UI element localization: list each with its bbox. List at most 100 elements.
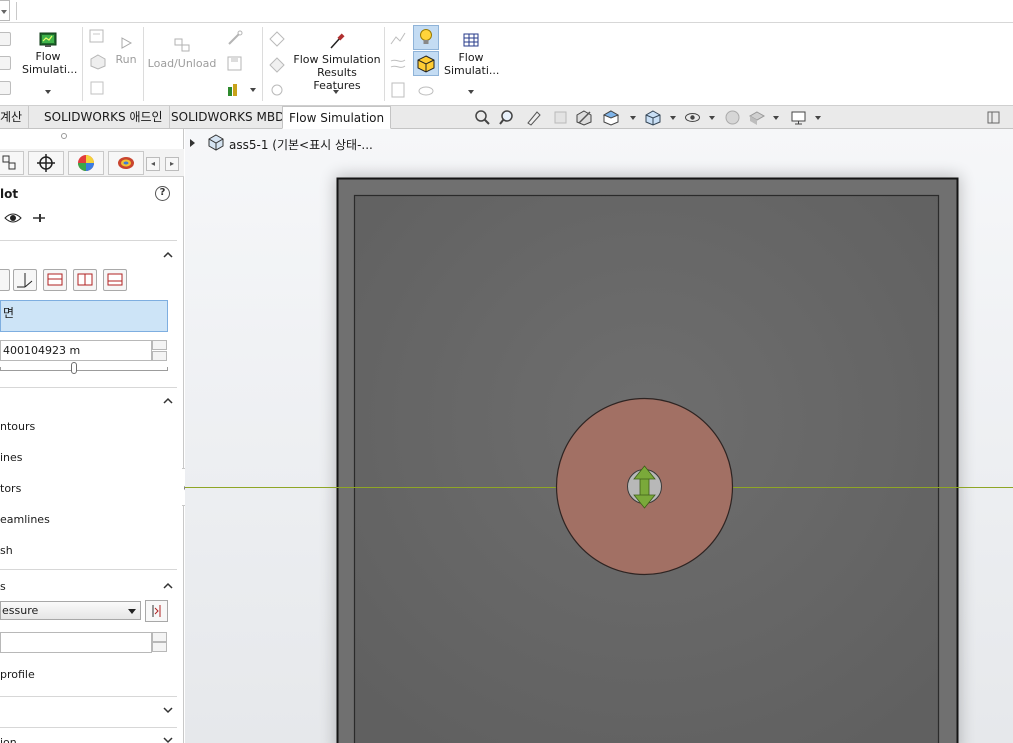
section-plane-selection-box[interactable]: 면 xyxy=(0,300,168,332)
view-orientation-icon[interactable] xyxy=(603,109,620,126)
run-icon xyxy=(121,37,132,49)
tab-scroll-right-icon[interactable]: ▸ xyxy=(165,157,179,171)
ribbon-small-icon[interactable] xyxy=(0,81,11,95)
tab-configuration[interactable] xyxy=(28,151,64,175)
collapse-chevron-icon[interactable] xyxy=(163,250,173,260)
display-style-icon[interactable] xyxy=(645,109,662,126)
run-button[interactable]: Run xyxy=(112,37,140,77)
diamond-disabled-icon xyxy=(269,31,285,47)
collapse-chevron-icon[interactable] xyxy=(163,581,173,591)
tab-flow-simulation-analysis[interactable] xyxy=(108,151,144,175)
previous-view-icon[interactable] xyxy=(525,109,542,126)
ribbon-small-icon[interactable] xyxy=(0,32,11,46)
ribbon-small-icon[interactable] xyxy=(0,56,11,70)
expand-chevron-icon[interactable] xyxy=(163,735,173,743)
offset-slider-track[interactable] xyxy=(0,367,168,371)
zoom-to-area-icon[interactable] xyxy=(499,109,516,126)
number-of-levels-input[interactable] xyxy=(0,632,152,653)
color-wheel-icon xyxy=(78,155,94,171)
plane-right-button[interactable] xyxy=(103,269,127,291)
chart-dropdown-icon[interactable] xyxy=(250,88,256,92)
pin-icon[interactable] xyxy=(32,212,46,224)
tree-icon xyxy=(2,155,16,170)
top-dropdown-button[interactable] xyxy=(0,0,10,21)
wand-disabled-icon xyxy=(228,30,243,45)
view-orientation-dropdown-icon[interactable] xyxy=(630,116,636,120)
eye-icon[interactable] xyxy=(4,212,22,224)
tab-flow-simulation[interactable]: Flow Simulation xyxy=(282,106,392,129)
plane-icon xyxy=(77,273,93,286)
display-style-dropdown-icon[interactable] xyxy=(670,116,676,120)
flow-simulation-dropdown-icon[interactable] xyxy=(45,90,51,94)
table-icon xyxy=(463,33,479,47)
gear-disabled-icon xyxy=(271,84,283,96)
expand-chevron-icon[interactable] xyxy=(163,705,173,715)
section-header-label: s xyxy=(0,580,6,593)
view-settings-dropdown-icon[interactable] xyxy=(815,116,821,120)
results-features-dropdown-icon[interactable] xyxy=(333,90,339,94)
offset-spin-down-icon[interactable] xyxy=(152,351,167,361)
tab-solidworks-addins[interactable]: SOLIDWORKS 애드인 xyxy=(38,106,170,128)
help-icon[interactable]: ? xyxy=(155,186,170,201)
plane-top-button[interactable] xyxy=(73,269,97,291)
apply-scene-icon[interactable] xyxy=(749,109,766,126)
tab-property-manager[interactable] xyxy=(0,151,24,175)
adjust-range-button[interactable] xyxy=(145,600,168,622)
range-icon xyxy=(152,605,161,617)
option-isolines[interactable]: ines xyxy=(0,451,23,464)
levels-spin-down-icon[interactable] xyxy=(152,642,167,652)
chart-bars-icon[interactable] xyxy=(226,81,242,97)
parameter-select[interactable]: essure xyxy=(0,601,141,620)
offset-slider-thumb[interactable] xyxy=(71,362,77,374)
flow-simulation-table-dropdown-icon[interactable] xyxy=(468,90,474,94)
profile-option[interactable]: profile xyxy=(0,668,35,681)
dynamic-annotation-icon[interactable] xyxy=(576,109,593,126)
flow-simulation-table-label: Flow Simulati... xyxy=(444,51,500,77)
collapse-chevron-icon[interactable] xyxy=(163,396,173,406)
command-manager-ribbon: Flow Simulati... Run Load/Unload Flow Si… xyxy=(0,23,1013,106)
bulb-toggle-button[interactable] xyxy=(413,25,439,50)
axes-icon xyxy=(17,273,33,288)
section-divider xyxy=(0,696,177,697)
panel-resize-handle[interactable] xyxy=(61,133,67,139)
hide-show-dropdown-icon[interactable] xyxy=(709,116,715,120)
levels-spin-up-icon[interactable] xyxy=(152,632,167,642)
selection-text: 면 xyxy=(3,306,15,320)
tab-solidworks-mbd[interactable]: SOLIDWORKS MBD xyxy=(165,106,292,128)
option-vectors[interactable]: tors xyxy=(0,482,21,495)
report-disabled-icon xyxy=(391,82,405,98)
tab-display-manager[interactable] xyxy=(68,151,104,175)
plane-icon xyxy=(107,273,123,286)
save-disabled-icon xyxy=(227,56,242,71)
section-view-icon xyxy=(554,111,567,124)
tab-calculate[interactable]: 계산 xyxy=(0,106,30,128)
ribbon-separator xyxy=(82,27,83,101)
hide-show-items-icon[interactable] xyxy=(684,109,701,126)
chevron-down-icon xyxy=(128,609,136,614)
selection-type-button[interactable] xyxy=(0,269,10,291)
load-unload-icon xyxy=(174,38,190,52)
zoom-to-fit-icon[interactable] xyxy=(474,109,491,126)
command-tabs-bar: 계산 SOLIDWORKS 애드인 SOLIDWORKS MBD Flow Si… xyxy=(0,106,1013,129)
plane-icon xyxy=(47,273,63,286)
option-contours[interactable]: ntours xyxy=(0,420,35,433)
graphics-area[interactable]: ass5-1 (기본<표시 상태-... xyxy=(185,129,1013,743)
option-streamlines[interactable]: eamlines xyxy=(0,513,50,526)
tab-scroll-left-icon[interactable]: ◂ xyxy=(146,157,160,171)
crosshair-icon xyxy=(37,154,55,172)
offset-spin-up-icon[interactable] xyxy=(152,340,167,350)
load-unload-button[interactable]: Load/Unload xyxy=(146,37,218,77)
task-pane-toggle-icon[interactable] xyxy=(985,109,1002,126)
plane-front-button[interactable] xyxy=(43,269,67,291)
apply-scene-dropdown-icon[interactable] xyxy=(773,116,779,120)
edit-appearance-icon[interactable] xyxy=(724,109,741,126)
pipette-icon xyxy=(330,33,345,49)
axis-selection-button[interactable] xyxy=(13,269,37,291)
view-settings-icon[interactable] xyxy=(790,109,807,126)
results-box-toggle-button[interactable] xyxy=(413,51,439,76)
cloud-disabled-icon xyxy=(418,86,434,96)
offset-input[interactable]: 400104923 m xyxy=(0,340,152,361)
results-features-label: Flow Simulation Results Features xyxy=(293,53,381,92)
option-mesh[interactable]: sh xyxy=(0,544,13,557)
section-divider xyxy=(0,569,177,570)
